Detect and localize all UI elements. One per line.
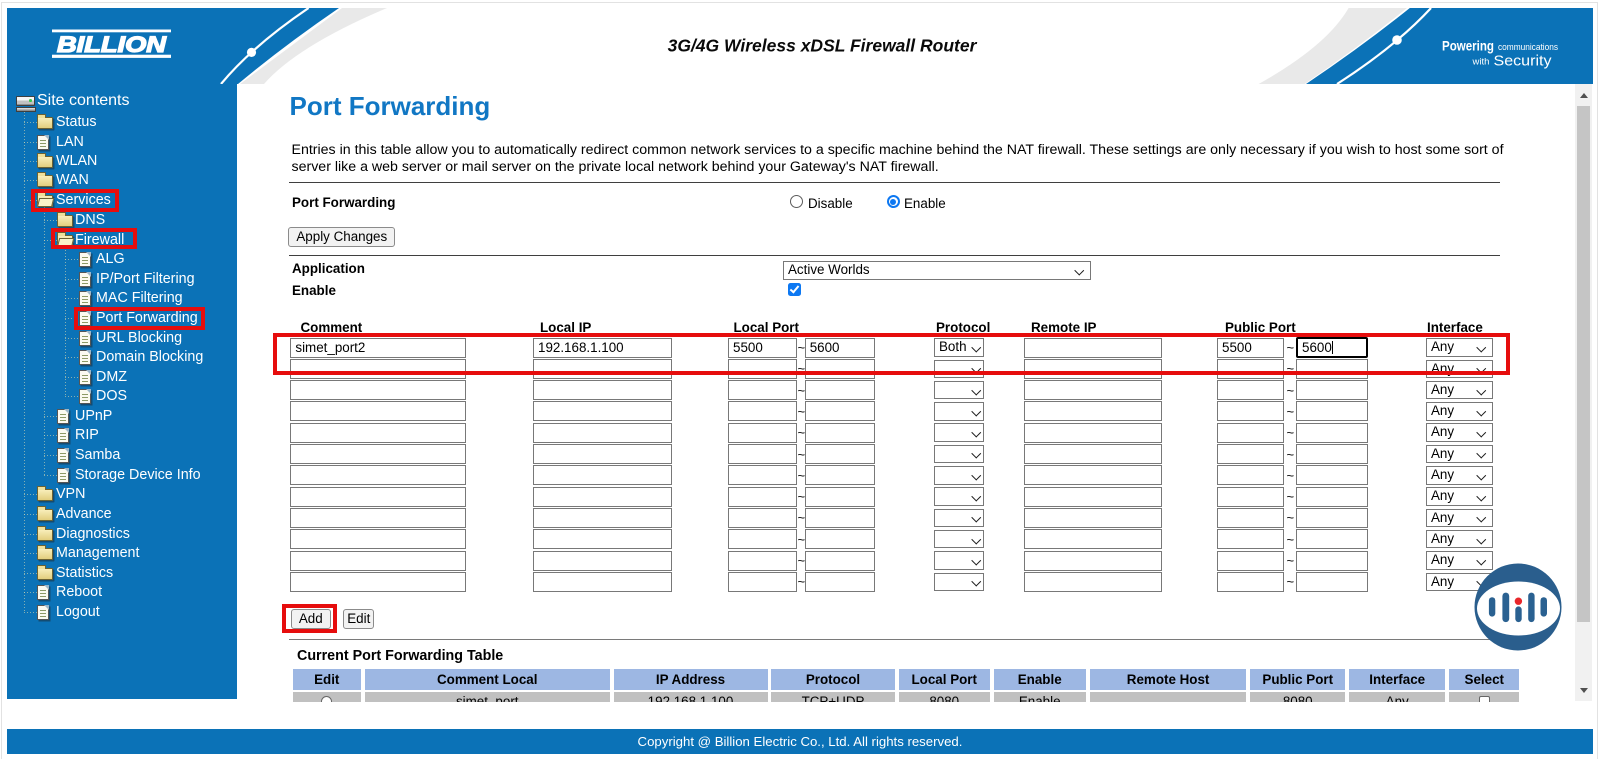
svg-text:with: with: [1472, 57, 1490, 68]
svg-text:Powering: Powering: [1442, 37, 1494, 53]
svg-text:communications: communications: [1498, 42, 1558, 53]
svg-text:3G/4G Wireless xDSL Firewall R: 3G/4G Wireless xDSL Firewall Router: [668, 36, 978, 56]
svg-text:Security: Security: [1494, 52, 1553, 69]
svg-text:BILLION: BILLION: [57, 32, 167, 57]
